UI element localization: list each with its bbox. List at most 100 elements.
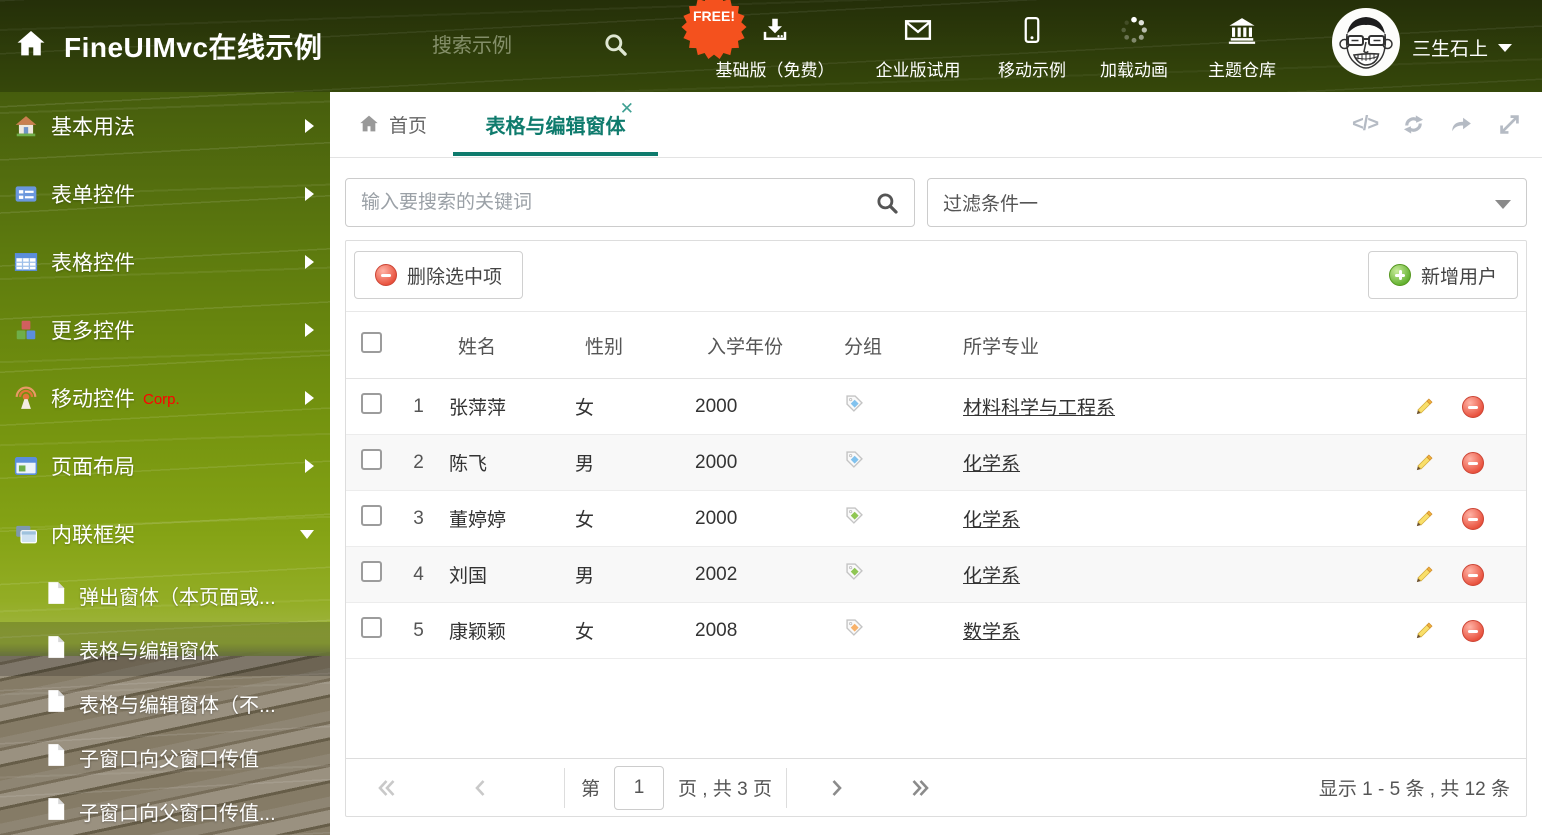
sidebar-item-label: 更多控件 (51, 320, 135, 343)
header-menu-label: 加载动画 (1100, 61, 1168, 80)
header-menu-item-basic-edition[interactable]: 基础版（免费） (700, 11, 850, 81)
row-checkbox[interactable] (361, 505, 382, 526)
sidebar-nav: 基本用法 表单控件 表格控件 更多控件 移动控件 Corp. 页面布局 内联框架… (0, 92, 330, 835)
tab-label: 表格与编辑窗体 (485, 115, 626, 138)
chevron-down-icon (300, 529, 314, 539)
user-menu[interactable]: 三生石上 (1412, 34, 1513, 61)
cell-name: 张萍萍 (449, 398, 507, 419)
sidebar-subitem-child-to-parent-2[interactable]: 子窗口向父窗口传值... (0, 784, 330, 835)
sidebar-item-mobile-controls[interactable]: 移动控件 Corp. (0, 364, 330, 432)
share-icon[interactable] (1449, 112, 1474, 137)
filter-dropdown[interactable]: 过滤条件一 (927, 178, 1527, 227)
delete-row-icon[interactable] (1462, 619, 1484, 642)
major-link[interactable]: 材料科学与工程系 (963, 398, 1115, 419)
home-icon (14, 114, 40, 138)
row-checkbox[interactable] (361, 449, 382, 470)
sidebar-item-more-controls[interactable]: 更多控件 (0, 296, 330, 364)
major-link[interactable]: 数学系 (963, 622, 1020, 643)
search-icon[interactable] (874, 190, 900, 221)
envelope-icon (902, 15, 934, 50)
delete-row-icon[interactable] (1462, 507, 1484, 530)
home-icon (360, 115, 378, 132)
refresh-icon[interactable] (1401, 112, 1426, 137)
sidebar-subitem-grid-edit-window[interactable]: 表格与编辑窗体 (0, 622, 330, 676)
sidebar-item-label: 表格控件 (51, 252, 135, 275)
row-index: 3 (413, 507, 424, 529)
sidebar-subitem-child-to-parent[interactable]: 子窗口向父窗口传值 (0, 730, 330, 784)
header-search-input[interactable] (430, 28, 594, 64)
table-body: 1 张萍萍 女 2000 材料科学与工程系 2 陈飞 男 2000 化学系 3 … (346, 379, 1526, 659)
major-link[interactable]: 化学系 (963, 510, 1020, 531)
sidebar-item-label: 基本用法 (51, 116, 135, 139)
table-row: 3 董婷婷 女 2000 化学系 (346, 491, 1526, 547)
prev-page-button[interactable] (468, 775, 494, 801)
table-header-row: 姓名 性别 入学年份 分组 所学专业 (346, 312, 1526, 379)
close-icon[interactable]: ✕ (620, 100, 634, 117)
major-link[interactable]: 化学系 (963, 454, 1020, 475)
edit-pencil-icon[interactable] (1413, 619, 1436, 642)
sidebar-item-form-controls[interactable]: 表单控件 (0, 160, 330, 228)
select-all-checkbox[interactable] (361, 331, 382, 353)
home-icon[interactable] (14, 27, 48, 66)
cell-year: 2000 (695, 451, 738, 473)
row-checkbox[interactable] (361, 617, 382, 638)
sidebar-item-page-layout[interactable]: 页面布局 (0, 432, 330, 500)
cell-name: 康颖颖 (449, 622, 507, 643)
plus-circle-icon (1388, 264, 1411, 286)
mobile-icon (1017, 15, 1047, 50)
last-page-button[interactable] (907, 775, 933, 801)
edit-pencil-icon[interactable] (1413, 451, 1436, 474)
expand-icon[interactable] (1497, 112, 1522, 137)
header-menu-item-loading-animation[interactable]: 加载动画 (1088, 11, 1180, 81)
main-content: 首页 表格与编辑窗体 ✕ </> 过滤条件一 (330, 92, 1542, 835)
sidebar-subitem-grid-edit-window-2[interactable]: 表格与编辑窗体（不... (0, 676, 330, 730)
page-number-input[interactable] (614, 765, 665, 810)
column-header-gender: 性别 (585, 336, 624, 358)
corp-badge: Corp. (143, 390, 180, 408)
column-header-major: 所学专业 (963, 336, 1040, 358)
cell-year: 2008 (695, 619, 738, 641)
tab-grid-edit-window[interactable]: 表格与编辑窗体 ✕ (453, 92, 658, 156)
row-checkbox[interactable] (361, 393, 382, 414)
delete-row-icon[interactable] (1462, 563, 1484, 586)
sidebar-item-inline-frame[interactable]: 内联框架 (0, 500, 330, 568)
delete-row-icon[interactable] (1462, 451, 1484, 474)
sidebar-subitem-label: 表格与编辑窗体（不... (79, 694, 276, 717)
header-menu-item-mobile-demo[interactable]: 移动示例 (986, 11, 1078, 81)
page-suffix-label: 页 , 共 3 页 (678, 779, 772, 800)
avatar[interactable] (1332, 8, 1400, 76)
next-page-button[interactable] (823, 775, 849, 801)
sidebar-item-grid-controls[interactable]: 表格控件 (0, 228, 330, 296)
user-name: 三生石上 (1412, 39, 1489, 60)
edit-pencil-icon[interactable] (1413, 507, 1436, 530)
cell-name: 陈飞 (449, 454, 488, 475)
edit-pencil-icon[interactable] (1413, 395, 1436, 418)
cell-year: 2002 (695, 563, 738, 585)
header-menu-label: 移动示例 (998, 61, 1066, 80)
sidebar-subitem-label: 表格与编辑窗体 (79, 640, 219, 663)
first-page-button[interactable] (374, 775, 400, 801)
sidebar-item-label: 移动控件 (51, 388, 135, 411)
header-search-icon[interactable] (602, 31, 629, 63)
add-user-button[interactable]: 新增用户 (1367, 251, 1518, 299)
row-checkbox[interactable] (361, 561, 382, 582)
tab-home[interactable]: 首页 (358, 92, 427, 156)
sidebar-subitem-popup-window[interactable]: 弹出窗体（本页面或... (0, 568, 330, 622)
edit-pencil-icon[interactable] (1413, 563, 1436, 586)
column-header-name: 姓名 (458, 336, 497, 358)
page-prefix-label: 第 (581, 779, 601, 800)
header-menu-item-theme-repository[interactable]: 主题仓库 (1190, 11, 1294, 81)
cell-gender: 女 (575, 510, 595, 531)
cell-name: 刘国 (449, 566, 488, 587)
major-link[interactable]: 化学系 (963, 566, 1020, 587)
document-icon (45, 581, 67, 610)
sidebar-item-label: 内联框架 (51, 524, 135, 547)
keyword-search-input[interactable] (346, 179, 914, 226)
delete-row-icon[interactable] (1462, 395, 1484, 418)
delete-selected-button[interactable]: 删除选中项 (354, 251, 524, 299)
header-menu-item-enterprise-trial[interactable]: 企业版试用 (860, 11, 976, 81)
sidebar-item-basic-usage[interactable]: 基本用法 (0, 92, 330, 160)
delete-selected-label: 删除选中项 (407, 266, 503, 288)
sidebar-subitem-label: 子窗口向父窗口传值 (79, 748, 259, 771)
view-source-icon[interactable]: </> (1352, 113, 1379, 136)
